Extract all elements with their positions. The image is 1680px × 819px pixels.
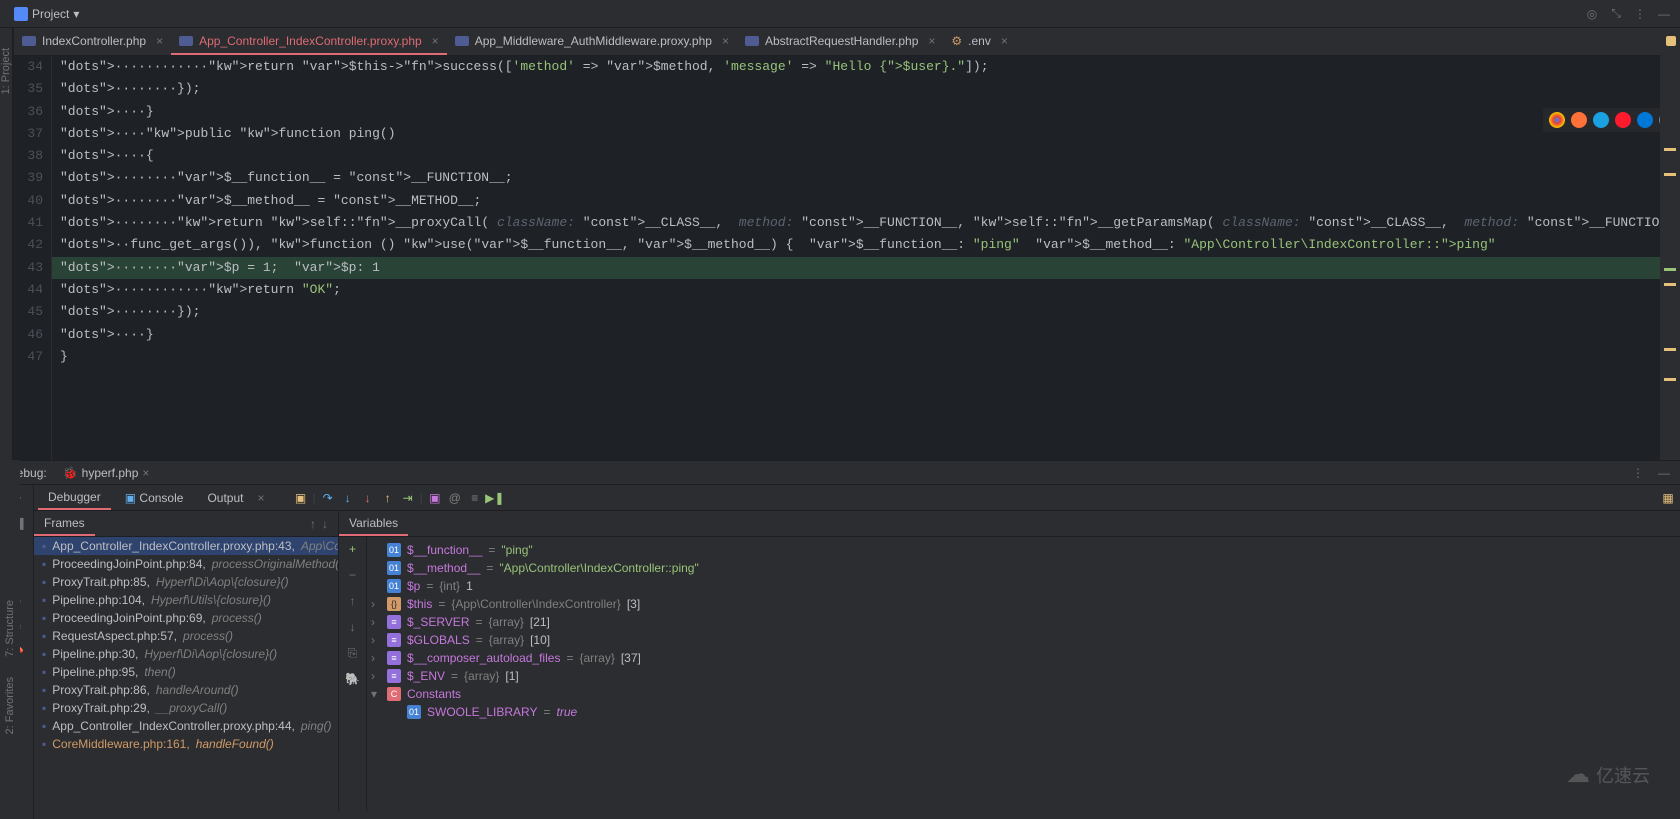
elephant-icon[interactable]: 🐘 [345,671,361,687]
run-to-cursor-icon[interactable]: ⇥ [400,490,416,506]
folder-icon [14,7,28,21]
stack-frame[interactable]: ▪App_Controller_IndexController.proxy.ph… [34,537,338,555]
watch-icon[interactable]: @ [447,490,463,506]
watermark: ☁ 亿速云 [1566,760,1650,789]
stack-frame[interactable]: ▪ProxyTrait.php:86, handleAround() [34,681,338,699]
project-tool-tab[interactable]: 1: Project [0,48,12,94]
variable-item[interactable]: 01 SWOOLE_LIBRARY = true [371,703,1676,721]
stack-frame[interactable]: ▪Pipeline.php:95, then() [34,663,338,681]
editor-tabs: IndexController.php×App_Controller_Index… [14,28,1680,56]
project-label: Project [32,7,69,21]
editor-scrollbar-markers [1660,28,1680,460]
layout-icon[interactable]: ▦ [1660,490,1676,506]
debug-session-name: hyperf.php [82,466,139,480]
frame-down-icon[interactable]: ↓ [322,517,338,531]
structure-tool-tab[interactable]: 7: Structure [4,600,16,657]
minimize-debug-icon[interactable]: — [1656,465,1672,481]
stack-frame[interactable]: ▪Pipeline.php:30, Hyperf\Di\Aop\{closure… [34,645,338,663]
step-out-icon[interactable]: ↑ [380,490,396,506]
stack-frame[interactable]: ▪RequestAspect.php:57, process() [34,627,338,645]
variable-item[interactable]: ▾C Constants [371,685,1676,703]
close-icon[interactable]: × [722,34,729,48]
collapse-icon[interactable]: ⤡ [1608,6,1624,22]
chrome-icon[interactable] [1549,112,1565,128]
chevron-down-icon: ▾ [73,7,79,21]
stack-frame[interactable]: ▪App_Controller_IndexController.proxy.ph… [34,717,338,735]
close-icon[interactable]: × [142,466,149,480]
remove-icon[interactable]: − [345,567,361,583]
variable-item[interactable]: 01 $__method__ = "App\Controller\IndexCo… [371,559,1676,577]
frames-tab[interactable]: Frames [34,512,95,536]
stack-frame[interactable]: ▪ProxyTrait.php:29, __proxyCall() [34,699,338,717]
target-icon[interactable]: ◎ [1584,6,1600,22]
edge-icon[interactable] [1637,112,1653,128]
frame-up-icon[interactable]: ↑ [310,517,322,531]
safari-icon[interactable] [1593,112,1609,128]
variables-tab[interactable]: Variables [339,512,408,536]
down-icon[interactable]: ↓ [345,619,361,635]
output-tab[interactable]: Output [197,487,253,509]
stack-frame[interactable]: ▪ProxyTrait.php:85, Hyperf\Di\Aop\{closu… [34,573,338,591]
editor-tab[interactable]: App_Middleware_AuthMiddleware.proxy.php× [447,28,737,55]
variable-item[interactable]: ›≡ $_ENV = {array} [1] [371,667,1676,685]
opera-icon[interactable] [1615,112,1631,128]
code-editor[interactable]: 3435363738394041424344454647 "dots">····… [14,56,1680,460]
step-into-icon[interactable]: ↓ [340,490,356,506]
debugger-tab[interactable]: Debugger [38,486,111,510]
variable-item[interactable]: 01 $__function__ = "ping" [371,541,1676,559]
debug-session-tab[interactable]: 🐞 hyperf.php × [57,464,156,482]
list-icon[interactable]: ≡ [467,490,483,506]
continue-icon[interactable]: ▶❚ [487,490,503,506]
editor-tab[interactable]: ⚙.env× [943,28,1015,55]
variable-item[interactable]: ›≡ $_SERVER = {array} [21] [371,613,1676,631]
debug-menu-icon[interactable]: ⋮ [1630,465,1646,481]
editor-tab[interactable]: AbstractRequestHandler.php× [737,28,943,55]
stack-frame[interactable]: ▪Pipeline.php:104, Hyperf\Utils\{closure… [34,591,338,609]
close-output-icon[interactable]: × [257,491,264,505]
editor-tab[interactable]: App_Controller_IndexController.proxy.php… [171,28,447,55]
stack-frame[interactable]: ▪CoreMiddleware.php:161, handleFound() [34,735,338,753]
up-icon[interactable]: ↑ [345,593,361,609]
copy-icon[interactable]: ⎘ [345,645,361,661]
project-selector[interactable]: Project ▾ [8,5,85,23]
evaluate-icon[interactable]: ▣ [427,490,443,506]
variable-item[interactable]: ›≡ $GLOBALS = {array} [10] [371,631,1676,649]
stack-frame[interactable]: ▪ProceedingJoinPoint.php:84, processOrig… [34,555,338,573]
show-execution-icon[interactable]: ▣ [292,490,308,506]
close-icon[interactable]: × [928,34,935,48]
close-icon[interactable]: × [1001,34,1008,48]
minimize-icon[interactable]: — [1656,6,1672,22]
force-step-icon[interactable]: ↓ [360,490,376,506]
editor-tab[interactable]: IndexController.php× [14,28,171,55]
variable-item[interactable]: ›≡ $__composer_autoload_files = {array} … [371,649,1676,667]
favorites-tool-tab[interactable]: 2: Favorites [4,677,16,734]
variable-item[interactable]: 01 $p = {int} 1 [371,577,1676,595]
firefox-icon[interactable] [1571,112,1587,128]
settings-icon[interactable]: ⋮ [1632,6,1648,22]
stack-frame[interactable]: ▪ProceedingJoinPoint.php:69, process() [34,609,338,627]
close-icon[interactable]: × [432,34,439,48]
add-watch-icon[interactable]: + [345,541,361,557]
close-icon[interactable]: × [156,34,163,48]
step-over-icon[interactable]: ↷ [320,490,336,506]
console-tab[interactable]: ▣ Console [115,487,194,509]
variable-item[interactable]: ›{} $this = {App\Controller\IndexControl… [371,595,1676,613]
